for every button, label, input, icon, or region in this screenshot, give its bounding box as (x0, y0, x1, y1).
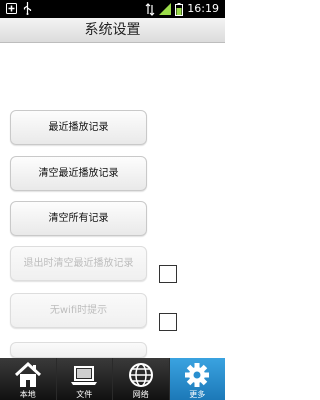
battery-icon (175, 2, 184, 16)
page-title: 系统设置 (84, 22, 141, 38)
tab-label: 更多 (189, 390, 206, 399)
tab-label: 文件 (76, 390, 93, 399)
status-bar: 16:19 (0, 0, 225, 18)
tab-files[interactable]: 文件 (55, 358, 113, 400)
bottom-tab-bar: 本地 文件 网络 更多 (0, 358, 225, 400)
add-notification-icon (6, 3, 17, 14)
tab-more[interactable]: 更多 (168, 358, 225, 400)
settings-panel: 最近播放记录 清空最近播放记录 清空所有记录 退出时清空最近播放记录 无wifi… (0, 43, 225, 358)
clear-recent-button[interactable]: 清空最近播放记录 (10, 156, 147, 191)
clock: 16:19 (187, 2, 219, 15)
partial-option-button (10, 342, 147, 358)
no-wifi-prompt-checkbox[interactable] (159, 313, 177, 331)
recent-play-button[interactable]: 最近播放记录 (10, 110, 147, 145)
clear-on-exit-checkbox[interactable] (159, 265, 177, 283)
tab-label: 本地 (19, 390, 36, 399)
globe-icon (128, 363, 153, 387)
signal-icon (159, 3, 172, 15)
clear-on-exit-option: 退出时清空最近播放记录 (10, 246, 147, 281)
home-icon (14, 361, 41, 387)
clear-all-button[interactable]: 清空所有记录 (10, 201, 147, 236)
usb-icon (23, 2, 32, 15)
data-transfer-icon (145, 2, 155, 16)
tab-network[interactable]: 网络 (112, 358, 169, 400)
no-wifi-prompt-option: 无wifi时提示 (10, 293, 147, 328)
title-bar: 系统设置 (0, 18, 225, 43)
laptop-icon (71, 366, 98, 385)
gear-icon (185, 363, 210, 387)
tab-local[interactable]: 本地 (0, 358, 56, 400)
tab-label: 网络 (132, 390, 149, 399)
